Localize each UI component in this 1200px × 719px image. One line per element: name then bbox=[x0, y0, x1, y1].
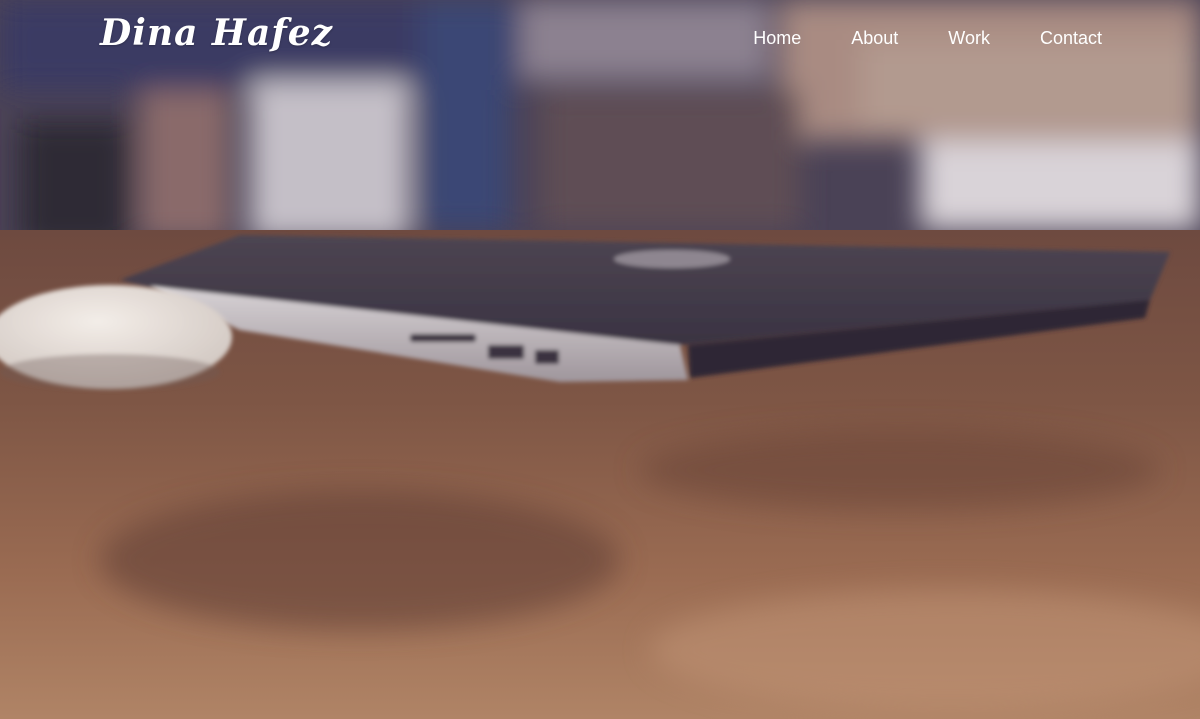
top-navbar: Dina Hafez Home About Work Contact bbox=[0, 0, 1200, 80]
hero-photo-illustration bbox=[0, 0, 1200, 719]
hero-background-image bbox=[0, 0, 1200, 719]
nav-link-contact[interactable]: Contact bbox=[1040, 28, 1102, 49]
nav-link-about[interactable]: About bbox=[851, 28, 898, 49]
site-logo[interactable]: Dina Hafez bbox=[100, 12, 333, 54]
nav-link-home[interactable]: Home bbox=[753, 28, 801, 49]
main-nav: Home About Work Contact bbox=[753, 28, 1102, 49]
nav-link-work[interactable]: Work bbox=[948, 28, 990, 49]
